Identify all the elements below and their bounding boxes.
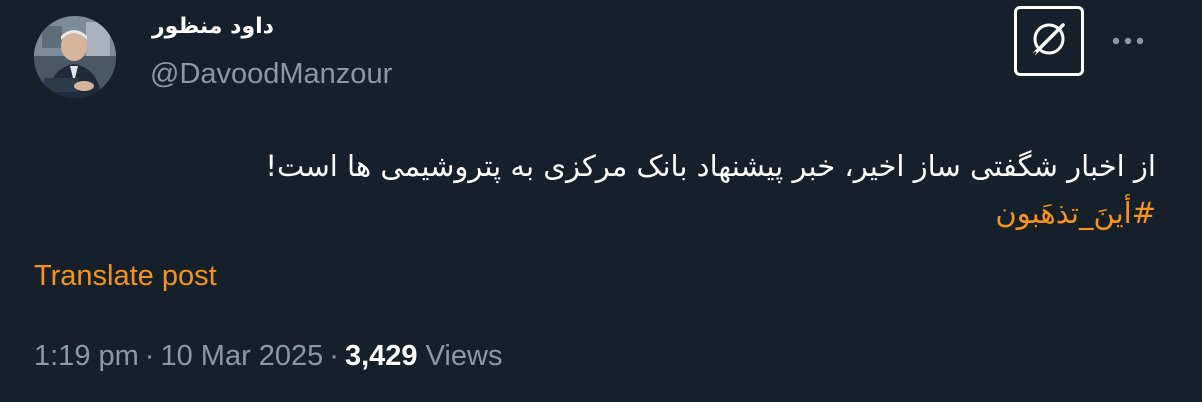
grok-icon	[1027, 17, 1071, 65]
translate-post-link[interactable]: Translate post	[34, 260, 217, 293]
avatar-image	[34, 16, 116, 98]
post-date[interactable]: 10 Mar 2025	[160, 340, 323, 372]
views-count: 3,429	[344, 340, 418, 372]
post-text: از اخبار شگفتی ساز اخیر، خبر پیشنهاد بان…	[265, 149, 1156, 183]
more-horizontal-icon	[1111, 31, 1145, 50]
post-time[interactable]: 1:19 pm	[34, 340, 139, 372]
meta-separator: ·	[329, 340, 339, 372]
views-label: Views	[425, 340, 503, 372]
author-handle[interactable]: @DavoodManzour	[150, 58, 392, 91]
post-meta: 1:19 pm · 10 Mar 2025 · 3,429 Views	[34, 340, 502, 373]
hashtag-link[interactable]: #أينَ_تذهَبون	[995, 196, 1156, 230]
post-card: داود منظور @DavoodManzour از اخبار شگفتی…	[0, 0, 1202, 402]
author-display-name[interactable]: داود منظور	[152, 14, 274, 39]
meta-separator: ·	[144, 340, 155, 372]
avatar[interactable]	[34, 16, 116, 98]
grok-button[interactable]	[1014, 6, 1084, 76]
more-options-button[interactable]	[1108, 20, 1148, 60]
